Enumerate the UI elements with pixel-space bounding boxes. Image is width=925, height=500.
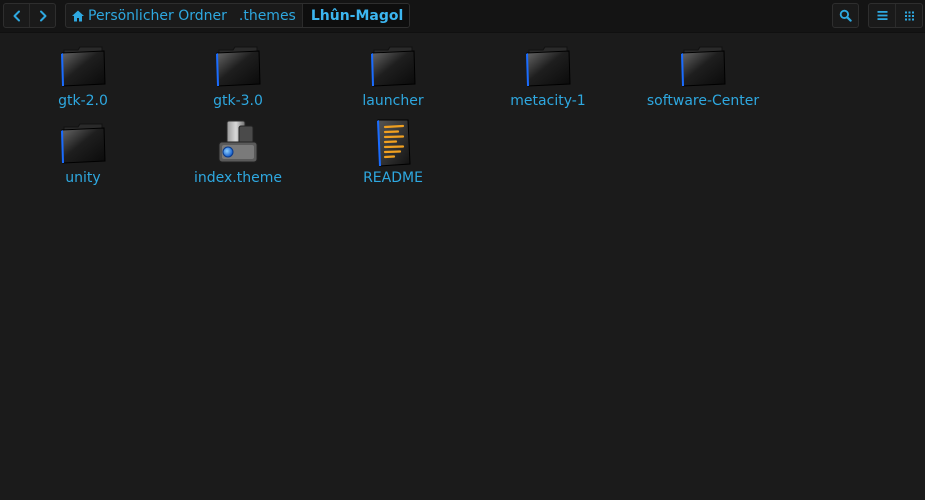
file-manager-window: Persönlicher Ordner .themes Lhûn-Magol g…: [0, 0, 925, 500]
folder-icon: [213, 41, 263, 91]
file-name: gtk-3.0: [213, 93, 263, 109]
search-icon: [839, 9, 852, 22]
file-item-launcher[interactable]: launcher: [333, 41, 453, 109]
list-view-icon: [877, 11, 887, 20]
file-item-software-center[interactable]: software-Center: [643, 41, 763, 109]
breadcrumb-home-label: Persönlicher Ordner: [88, 7, 227, 24]
breadcrumb-themes-label: .themes: [238, 7, 296, 24]
grid-view-button[interactable]: [895, 4, 922, 27]
view-mode-group: [868, 3, 923, 28]
breadcrumb: Persönlicher Ordner .themes Lhûn-Magol: [65, 3, 411, 28]
chevron-right-icon: [39, 10, 46, 21]
folder-icon: [678, 41, 728, 91]
file-item-readme[interactable]: README: [333, 118, 453, 186]
file-item-metacity[interactable]: metacity-1: [488, 41, 608, 109]
text-file-icon: [368, 118, 418, 168]
breadcrumb-home[interactable]: Persönlicher Ordner: [66, 4, 233, 27]
file-item-gtk-2[interactable]: gtk-2.0: [23, 41, 143, 109]
folder-icon: [368, 41, 418, 91]
file-name: metacity-1: [510, 93, 586, 109]
theme-file-icon: [213, 118, 263, 168]
file-item-gtk-3[interactable]: gtk-3.0: [178, 41, 298, 109]
list-view-button[interactable]: [869, 4, 895, 27]
search-button[interactable]: [833, 4, 858, 27]
file-view[interactable]: gtk-2.0 gtk-3.0 launcher metacity-1 soft…: [0, 33, 925, 500]
file-name: index.theme: [194, 170, 282, 186]
file-name: launcher: [362, 93, 424, 109]
file-item-unity[interactable]: unity: [23, 118, 143, 186]
file-name: gtk-2.0: [58, 93, 108, 109]
search-button-group: [832, 3, 859, 28]
forward-button[interactable]: [29, 4, 55, 27]
folder-icon: [523, 41, 573, 91]
back-button[interactable]: [4, 4, 29, 27]
breadcrumb-current-label: Lhûn-Magol: [310, 7, 404, 24]
grid-view-icon: [904, 11, 914, 21]
breadcrumb-current[interactable]: Lhûn-Magol: [301, 4, 410, 27]
file-name: README: [363, 170, 423, 186]
breadcrumb-themes[interactable]: .themes: [233, 4, 302, 27]
file-name: unity: [65, 170, 101, 186]
folder-icon: [58, 41, 108, 91]
file-item-index-theme[interactable]: index.theme: [178, 118, 298, 186]
chevron-left-icon: [13, 10, 20, 21]
navigation-buttons: [3, 3, 56, 28]
folder-icon: [58, 118, 108, 168]
toolbar: Persönlicher Ordner .themes Lhûn-Magol: [0, 0, 925, 33]
home-icon: [72, 10, 84, 21]
file-name: software-Center: [646, 93, 760, 109]
